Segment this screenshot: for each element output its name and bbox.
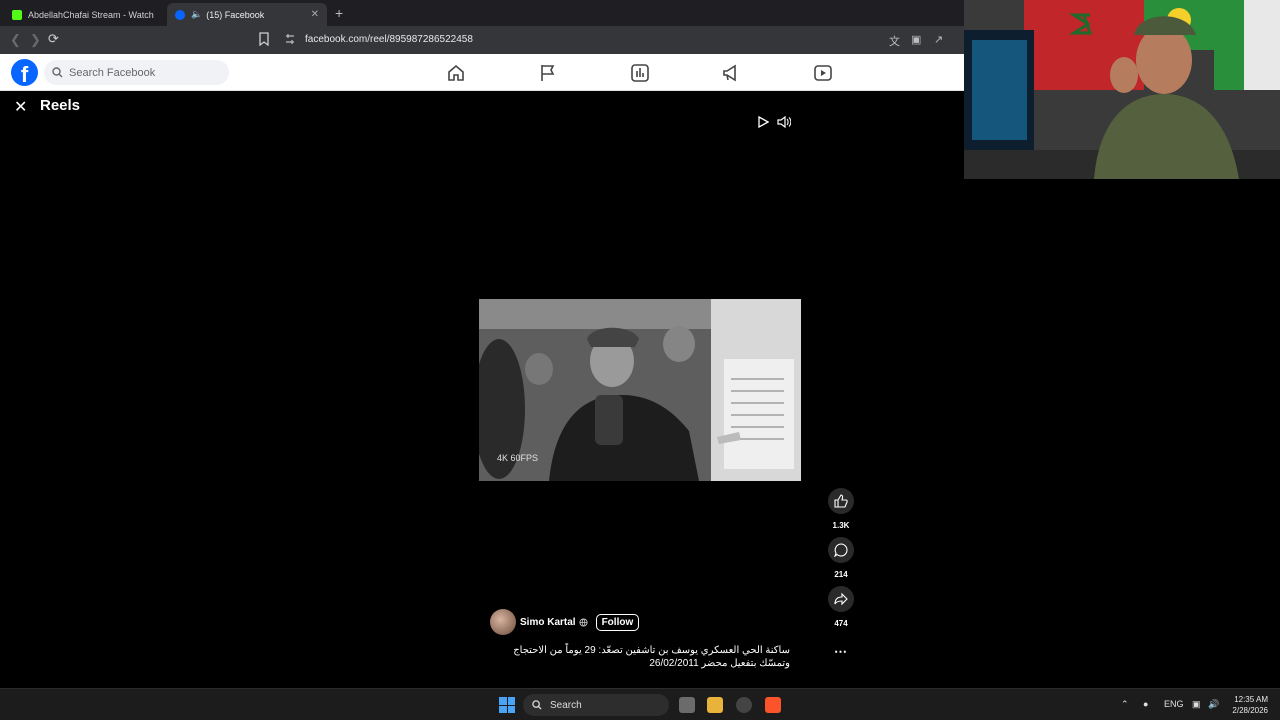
search-icon xyxy=(532,700,542,710)
video-controls xyxy=(757,116,791,128)
facebook-logo[interactable]: f xyxy=(11,59,38,86)
site-info-icon[interactable] xyxy=(284,33,296,45)
globe-icon xyxy=(579,617,588,627)
kick-icon xyxy=(12,9,22,20)
follow-button[interactable]: Follow xyxy=(595,613,640,631)
back-icon[interactable]: ❮ xyxy=(10,32,21,48)
page-title: Reels xyxy=(40,97,81,114)
facebook-header: f xyxy=(0,54,964,91)
facebook-search[interactable] xyxy=(44,60,229,85)
comment-button[interactable] xyxy=(828,537,854,563)
more-options-icon[interactable]: ⋯ xyxy=(834,644,847,660)
video-watermark: 4K 60FPS xyxy=(497,453,539,463)
tab-facebook[interactable]: 🔈 (15) Facebook ✕ xyxy=(167,3,327,26)
volume-tray-icon[interactable]: 🔊 xyxy=(1208,699,1219,710)
search-icon xyxy=(52,67,63,78)
share-icon[interactable]: ↗ xyxy=(934,33,943,46)
like-count: 1.3K xyxy=(832,521,850,530)
author-name[interactable]: Simo Kartal xyxy=(520,617,576,628)
megaphone-icon[interactable] xyxy=(721,62,743,84)
facebook-icon xyxy=(175,9,185,20)
caption-line: وتمسّك بتفعيل محضر 26/02/2011 xyxy=(649,658,790,669)
taskbar-search[interactable]: Search xyxy=(523,694,669,716)
share-arrow-icon xyxy=(834,592,848,606)
tab-title: (15) Facebook xyxy=(206,9,265,20)
start-button[interactable] xyxy=(499,697,515,713)
reel-caption: ساكنة الحي العسكري يوسف بن تاشفين تصعّد:… xyxy=(470,644,790,670)
new-tab-button[interactable]: + xyxy=(335,5,343,21)
bookmark-icon[interactable] xyxy=(258,32,270,46)
network-icon[interactable]: ▣ xyxy=(1192,699,1201,710)
clock-time: 12:35 AM xyxy=(1234,695,1268,704)
reel-author: Simo Kartal Follow xyxy=(490,609,640,635)
flag-icon[interactable] xyxy=(537,62,559,84)
speaker-icon[interactable]: 🔈 xyxy=(191,9,202,20)
tab-title: AbdellahChafai Stream - Watch Live xyxy=(28,9,156,20)
taskbar-search-label: Search xyxy=(550,699,582,711)
screen: AbdellahChafai Stream - Watch Live 🔈 (15… xyxy=(0,0,1280,720)
share-action[interactable]: 474 xyxy=(826,586,856,628)
volume-icon[interactable] xyxy=(777,116,791,128)
forward-icon[interactable]: ❯ xyxy=(30,32,41,48)
reel-video[interactable]: 4K 60FPS xyxy=(479,299,801,481)
webcam-overlay xyxy=(964,0,1280,179)
chart-icon[interactable] xyxy=(629,62,651,84)
like-button[interactable] xyxy=(828,488,854,514)
caption-line: ساكنة الحي العسكري يوسف بن تاشفين تصعّد:… xyxy=(513,645,790,656)
like-action[interactable]: 1.3K xyxy=(826,488,856,530)
task-view-icon[interactable] xyxy=(679,697,695,713)
clock[interactable]: 12:35 AM 2/28/2026 xyxy=(1228,694,1268,716)
close-tab-icon[interactable]: ✕ xyxy=(311,9,319,20)
comment-count: 214 xyxy=(834,570,848,579)
translate-icon[interactable]: 文 xyxy=(889,33,900,49)
thumbs-up-icon xyxy=(834,494,848,508)
comment-action[interactable]: 214 xyxy=(826,537,856,579)
play-icon[interactable] xyxy=(757,116,769,128)
avatar[interactable] xyxy=(490,609,516,635)
address-bar[interactable]: facebook.com/reel/895987286522458 xyxy=(305,34,473,45)
comment-icon xyxy=(834,543,848,557)
share-button[interactable] xyxy=(828,586,854,612)
clock-date: 2/28/2026 xyxy=(1232,706,1268,715)
chevron-up-icon[interactable]: ⌃ xyxy=(1121,699,1129,710)
webcam-image xyxy=(964,0,1280,179)
tab-kick-stream[interactable]: AbdellahChafai Stream - Watch Live xyxy=(4,3,164,26)
video-icon[interactable] xyxy=(812,62,834,84)
share-count: 474 xyxy=(834,619,848,628)
home-icon[interactable] xyxy=(445,62,467,84)
close-icon[interactable]: ✕ xyxy=(14,97,27,117)
brave-browser-icon[interactable] xyxy=(765,697,781,713)
app-icon[interactable] xyxy=(736,697,752,713)
language-indicator[interactable]: ENG xyxy=(1164,699,1184,709)
windows-taskbar: Search ⌃ ● ENG ▣ 🔊 12:35 AM 2/28/2026 xyxy=(0,688,1280,720)
cast-icon[interactable]: ▣ xyxy=(911,33,921,46)
reload-icon[interactable]: ⟳ xyxy=(48,31,59,47)
microphone-icon[interactable]: ● xyxy=(1143,699,1148,709)
search-input[interactable] xyxy=(69,66,219,79)
file-explorer-icon[interactable] xyxy=(707,697,723,713)
